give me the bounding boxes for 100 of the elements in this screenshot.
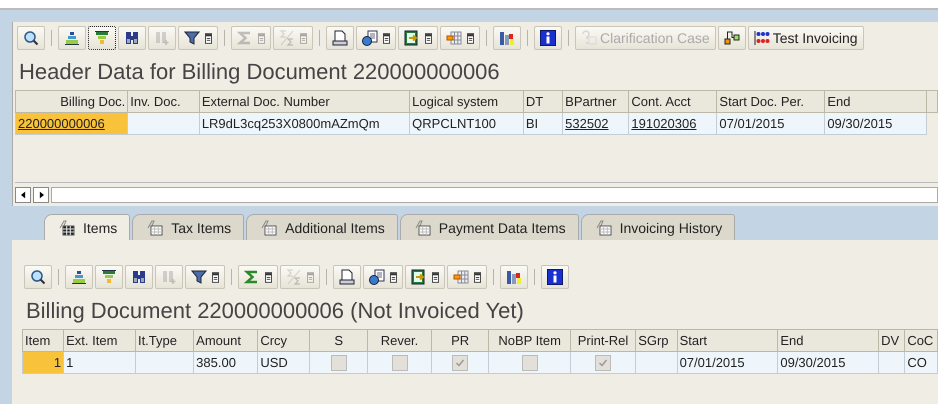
table-cell[interactable]: 532502 — [562, 112, 629, 134]
column-header[interactable]: CoC — [904, 330, 938, 352]
column-header[interactable]: End — [824, 90, 926, 112]
folder-icon — [59, 220, 75, 236]
column-header[interactable]: External Doc. Number — [199, 90, 410, 112]
printer-icon — [339, 269, 355, 285]
checkbox[interactable] — [522, 354, 538, 371]
table-cell: 1 — [22, 352, 64, 374]
section-title: Header Data for Billing Document 220000000006 — [18, 58, 501, 86]
folder-icon — [596, 220, 612, 236]
column-header[interactable]: Rever. — [368, 330, 432, 352]
checkmark-icon — [455, 358, 466, 368]
checkbox[interactable] — [392, 354, 408, 371]
column-header[interactable]: Start Doc. Per. — [716, 90, 825, 112]
column-header[interactable]: Inv. Doc. — [128, 90, 200, 112]
toolbar-button[interactable] — [88, 26, 116, 50]
column-header[interactable]: PR — [431, 330, 489, 352]
grid-icon — [446, 30, 462, 46]
dropdown-icon — [390, 272, 397, 282]
column-header[interactable]: It.Type — [135, 330, 194, 352]
table-cell: 07/01/2015 — [677, 352, 778, 374]
column-header[interactable]: Crcy — [258, 330, 310, 352]
pyramid-icon — [71, 269, 87, 285]
column-header[interactable]: S — [310, 330, 368, 352]
dropdown-icon — [205, 32, 212, 44]
dropdown-icon — [383, 32, 390, 44]
table-cell: 385.00 — [194, 352, 258, 374]
checkmark-icon — [598, 358, 608, 368]
checkbox[interactable] — [595, 354, 611, 371]
table-cell[interactable]: 220000000006 — [16, 112, 128, 134]
column-header[interactable]: SGrp — [636, 330, 678, 352]
column-header[interactable]: End — [778, 330, 879, 352]
column-header[interactable]: Cont. Acct — [628, 90, 717, 112]
scrollbar-track[interactable] — [51, 187, 938, 203]
table-cell: QRPCLNT100 — [410, 112, 524, 134]
binoculars-icon — [131, 269, 147, 285]
folder-icon — [147, 220, 164, 236]
magnifier-icon — [23, 30, 39, 46]
column-header[interactable]: Amount — [194, 330, 258, 352]
table-cell: CO — [904, 352, 938, 374]
dropdown-icon — [467, 32, 474, 44]
checkbox[interactable] — [452, 354, 468, 371]
table-cell: BI — [523, 112, 563, 134]
tab[interactable]: Payment Data Items — [400, 214, 579, 240]
funnel-stack-icon — [101, 269, 117, 285]
sigma-icon — [237, 30, 253, 46]
binoculars-icon — [124, 30, 140, 46]
table-cell — [135, 352, 194, 374]
tab[interactable]: Additional Items — [246, 214, 398, 240]
spreadsheet-export-icon — [404, 30, 420, 46]
column-header[interactable]: NoBP Item — [488, 330, 570, 352]
pyramid-icon — [64, 30, 80, 46]
folder-icon — [261, 220, 278, 236]
folder-icon — [414, 220, 431, 236]
dropdown-icon — [258, 32, 265, 44]
dropdown-icon — [474, 272, 481, 282]
left-arrow-icon — [20, 191, 26, 199]
right-arrow-icon — [38, 191, 44, 199]
printer-icon — [332, 30, 348, 46]
table-cell: LR9dL3cq253X0800mAZmQm — [199, 112, 410, 134]
toolbar-button[interactable]: Test Invoicing — [748, 26, 864, 50]
sigma-icon — [244, 269, 260, 285]
column-header[interactable]: Ext. Item — [64, 330, 136, 352]
dropdown-icon — [300, 32, 307, 44]
column-header[interactable]: Item — [22, 330, 64, 352]
magnifier-icon — [30, 269, 46, 285]
dropdown-icon — [432, 272, 439, 282]
bar-chart-icon — [506, 269, 522, 285]
table-cell — [128, 112, 200, 134]
info-icon — [540, 30, 556, 46]
scroll-right-button[interactable] — [33, 187, 49, 203]
grid-icon — [453, 269, 469, 285]
column-header[interactable]: BPartner — [562, 90, 629, 112]
dropdown-icon — [265, 272, 272, 282]
filter-icon — [191, 269, 207, 285]
funnel-stack-icon — [94, 30, 110, 46]
binoculars-plus-icon — [154, 30, 170, 46]
scroll-left-button[interactable] — [15, 187, 31, 203]
column-header[interactable]: Billing Doc. — [16, 90, 128, 112]
column-header[interactable]: Print-Rel — [570, 330, 636, 352]
info-icon — [547, 269, 563, 285]
table-cell: 09/30/2015 — [778, 352, 879, 374]
question-icon — [581, 30, 597, 46]
column-header[interactable]: DT — [523, 90, 563, 112]
tab[interactable]: Invoicing History — [580, 214, 736, 240]
table-cell: 1 — [64, 352, 136, 374]
column-header[interactable]: Logical system — [410, 90, 524, 112]
checkbox[interactable] — [330, 354, 347, 371]
tab[interactable]: Tax Items — [132, 214, 244, 240]
column-header[interactable]: DV — [878, 330, 905, 352]
dots-icon — [754, 30, 770, 46]
tab[interactable]: Items — [44, 214, 130, 240]
dropdown-icon — [425, 32, 432, 44]
globe-document-icon — [362, 30, 378, 46]
table-cell: 09/30/2015 — [824, 112, 926, 134]
table-cell[interactable]: 191020306 — [628, 112, 717, 134]
column-header[interactable]: Start — [677, 330, 778, 352]
section-title: Billing Document 220000000006 (Not Invoiced Yet) — [25, 297, 525, 325]
table-cell — [878, 352, 905, 374]
bar-chart-icon — [499, 30, 515, 46]
